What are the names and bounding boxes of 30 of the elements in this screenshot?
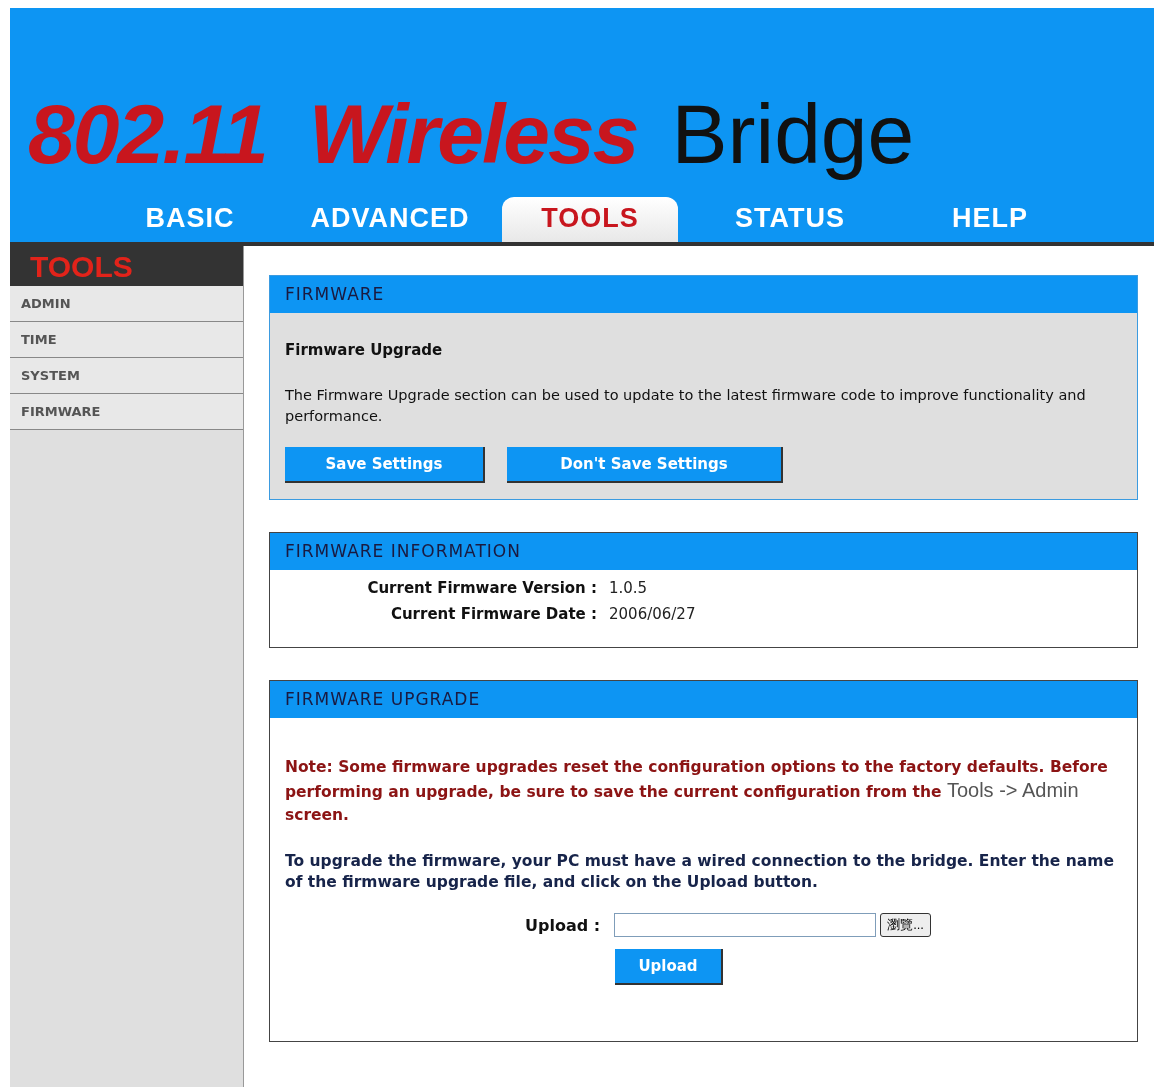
sidebar-heading: TOOLS (10, 246, 243, 286)
instructions-text: To upgrade the firmware, your PC must have a wired connection to the bridge. Enter the name of the firmware upgrade file, and click on the Upload button. (285, 851, 1115, 893)
panel-heading: FIRMWARE INFORMATION (270, 533, 1137, 570)
product-title: Wireless (308, 86, 638, 183)
browse-button[interactable]: 瀏覽... (880, 913, 931, 937)
info-label: Current Firmware Date : (389, 605, 597, 623)
product-title: 802.11 (28, 86, 267, 183)
warning-note: Note: Some firmware upgrades reset the configuration options to the factory defaults. Before performing an upgrade, be sure to save the current configuration from the Tools -> Admin screen. (285, 757, 1109, 826)
panel-heading: FIRMWARE UPGRADE (270, 681, 1137, 718)
upload-label: Upload : (525, 915, 601, 935)
sidebar-item[interactable]: SYSTEM (10, 358, 243, 394)
nav-tab[interactable]: STATUS (690, 197, 890, 242)
info-label: Current Firmware Version : (366, 579, 597, 597)
nav-tab[interactable]: BASIC (90, 197, 290, 242)
info-value: 2006/06/27 (609, 605, 697, 623)
panel-heading: FIRMWARE (270, 276, 1137, 313)
section-subheading: Firmware Upgrade (285, 341, 444, 359)
nav-tab[interactable]: ADVANCED (290, 197, 490, 242)
nav-tab[interactable]: HELP (890, 197, 1090, 242)
nav-tab[interactable]: TOOLS (502, 197, 678, 242)
sidebar-item[interactable]: ADMIN (10, 286, 243, 322)
sidebar-item[interactable]: FIRMWARE (10, 394, 243, 430)
settings-button[interactable]: Don't Save Settings (507, 447, 783, 483)
info-value: 1.0.5 (609, 579, 649, 597)
product-title: Bridge (671, 86, 915, 183)
sidebar-item[interactable]: TIME (10, 322, 243, 358)
description-text: The Firmware Upgrade section can be used to update to the latest firmware code to improve functionality and performance. (285, 386, 1087, 426)
file-path-field[interactable] (614, 913, 877, 937)
settings-button[interactable]: Save Settings (285, 447, 485, 483)
upload-button[interactable]: Upload (615, 949, 723, 985)
